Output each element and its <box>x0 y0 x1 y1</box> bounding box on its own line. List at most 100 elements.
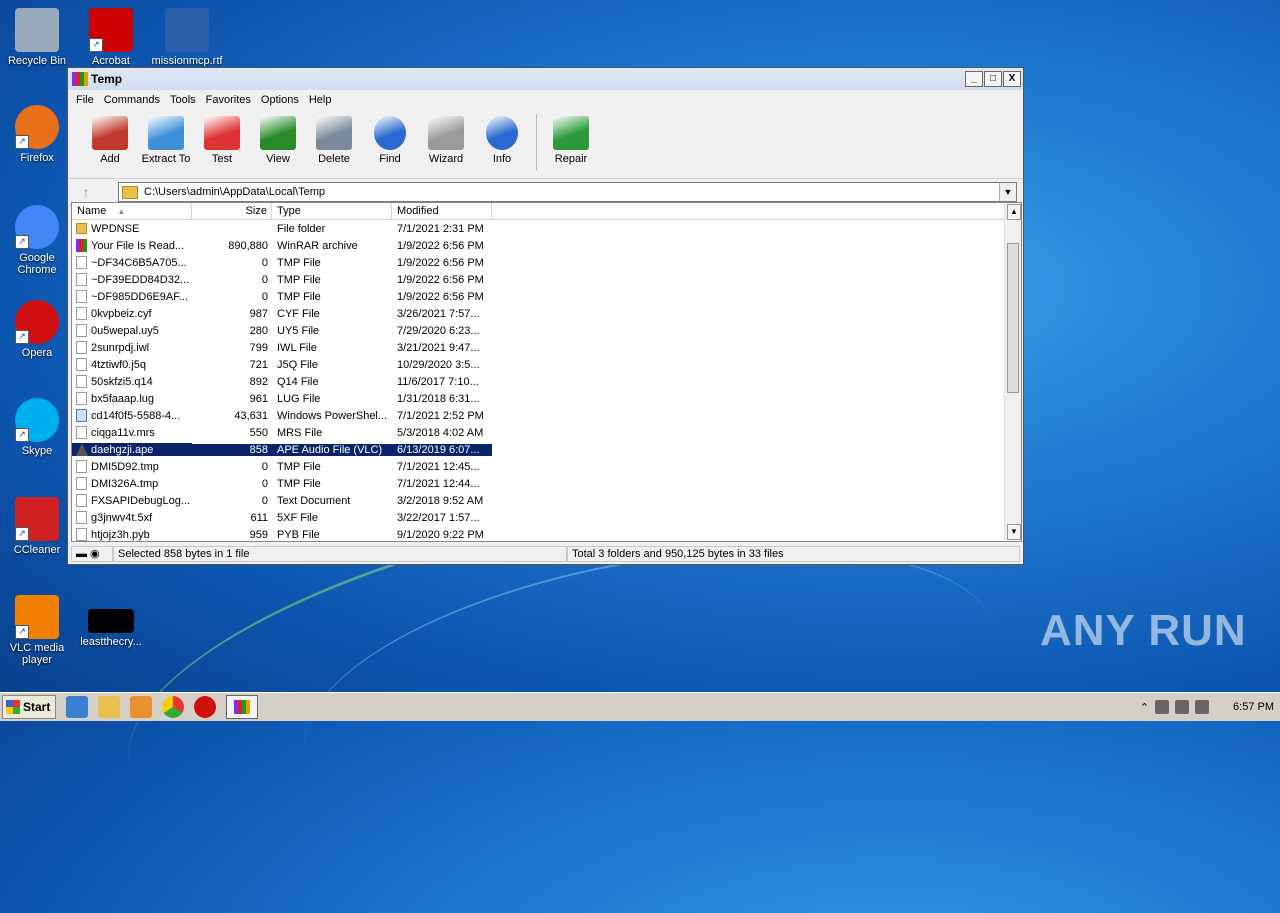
desktop-icon-opera[interactable]: ↗ Opera <box>0 300 74 359</box>
column-header-size[interactable]: Size <box>192 203 272 219</box>
file-type: Windows PowerShel... <box>277 409 388 422</box>
close-button[interactable]: X <box>1003 71 1021 87</box>
file-row[interactable]: htjojz3h.pyb 959 PYB File 9/1/2020 9:22 PM <box>72 526 1021 541</box>
winrar-taskbar-button[interactable] <box>226 695 258 719</box>
file-list[interactable]: Name ▲ Size Type Modified WPDNSE File fol… <box>71 202 1022 542</box>
file-row[interactable]: 0kvpbeiz.cyf 987 CYF File 3/26/2021 7:57... <box>72 305 1021 322</box>
column-header-name[interactable]: Name ▲ <box>72 203 192 219</box>
path-combobox[interactable]: C:\Users\admin\AppData\Local\Temp ▼ <box>118 182 1017 202</box>
minimize-button[interactable]: _ <box>965 71 983 87</box>
file-type: J5Q File <box>277 358 318 371</box>
file-row[interactable]: FXSAPIDebugLog... 0 Text Document 3/2/2018 … <box>72 492 1021 509</box>
column-header-type[interactable]: Type <box>272 203 392 219</box>
opera-taskbar-icon[interactable] <box>194 696 216 718</box>
toolbar-delete-button[interactable]: Delete <box>306 114 362 165</box>
up-folder-button[interactable]: ↑ <box>74 182 98 202</box>
scroll-thumb[interactable] <box>1007 243 1019 393</box>
file-row[interactable]: ~DF39EDD84D32... 0 TMP File 1/9/2022 6:56 P… <box>72 271 1021 288</box>
file-row[interactable]: 50skfzi5.q14 892 Q14 File 11/6/2017 7:10... <box>72 373 1021 390</box>
file-size: 0 <box>261 290 268 303</box>
file-row[interactable]: DMI5D92.tmp 0 TMP File 7/1/2021 12:45... <box>72 458 1021 475</box>
toolbar-extract-to-button[interactable]: Extract To <box>138 114 194 165</box>
desktop-icon-label: leastthecry... <box>80 636 142 648</box>
file-row[interactable]: DMI326A.tmp 0 TMP File 7/1/2021 12:44... <box>72 475 1021 492</box>
file-modified: 7/1/2021 2:52 PM <box>397 409 484 422</box>
toolbar-add-button[interactable]: Add <box>82 114 138 165</box>
file-modified: 3/2/2018 9:52 AM <box>397 494 484 507</box>
file-size: 280 <box>249 324 268 337</box>
toolbar-view-button[interactable]: View <box>250 114 306 165</box>
info-icon <box>486 116 518 150</box>
desktop-icon-ccleaner[interactable]: ↗ CCleaner <box>0 497 74 556</box>
toolbar-wizard-button[interactable]: Wizard <box>418 114 474 165</box>
desktop-icon-vlc[interactable]: ↗ VLC media player <box>0 595 74 666</box>
file-name: 50skfzi5.q14 <box>91 375 153 388</box>
file-name: DMI5D92.tmp <box>91 460 159 473</box>
scroll-down-button[interactable]: ▼ <box>1007 524 1021 540</box>
explorer-taskbar-icon[interactable] <box>98 696 120 718</box>
desktop-icon-recycle-bin[interactable]: Recycle Bin <box>0 8 74 67</box>
toolbar-test-button[interactable]: Test <box>194 114 250 165</box>
column-header-modified[interactable]: Modified <box>392 203 492 219</box>
file-row[interactable]: daehgzji.ape 858 APE Audio File (VLC) 6/13/… <box>72 441 1021 458</box>
maximize-button[interactable]: □ <box>984 71 1002 87</box>
path-dropdown-button[interactable]: ▼ <box>999 183 1016 201</box>
desktop-icon-firefox[interactable]: ↗ Firefox <box>0 105 74 164</box>
toolbar-find-button[interactable]: Find <box>362 114 418 165</box>
start-button[interactable]: Start <box>2 695 56 719</box>
toolbar: Add Extract To Test View Delete Find Wizard Inf… <box>68 110 1023 179</box>
file-size: 890,880 <box>228 239 268 252</box>
file-name: cd14f0f5-5588-4... <box>91 409 181 422</box>
desktop-icon-chrome[interactable]: ↗ Google Chrome <box>0 205 74 276</box>
network-icon[interactable] <box>1175 700 1190 714</box>
file-name: Your File Is Read... <box>91 239 185 252</box>
file-row[interactable]: WPDNSE File folder 7/1/2021 2:31 PM <box>72 220 1021 237</box>
file-modified: 7/1/2021 12:44... <box>397 477 480 490</box>
scroll-up-button[interactable]: ▲ <box>1007 204 1021 220</box>
file-row[interactable]: g3jnwv4t.5xf 611 5XF File 3/22/2017 1:57... <box>72 509 1021 526</box>
menu-favorites[interactable]: Favorites <box>202 94 257 106</box>
media-player-taskbar-icon[interactable] <box>130 696 152 718</box>
menu-commands[interactable]: Commands <box>100 94 166 106</box>
file-icon <box>76 477 87 490</box>
file-type: TMP File <box>277 290 321 303</box>
file-row[interactable]: Your File Is Read... 890,880 WinRAR archiv… <box>72 237 1021 254</box>
skype-icon: ↗ <box>15 398 59 442</box>
desktop-icon-word-document[interactable]: missionmcp.rtf <box>150 8 224 67</box>
file-row[interactable]: ~DF34C6B5A705... 0 TMP File 1/9/2022 6:56 P… <box>72 254 1021 271</box>
file-icon <box>76 494 87 507</box>
toolbar-label: Add <box>100 153 120 165</box>
vertical-scrollbar[interactable]: ▲ ▼ <box>1004 203 1021 541</box>
file-name: g3jnwv4t.5xf <box>91 511 153 524</box>
toolbar-info-button[interactable]: Info <box>474 114 530 165</box>
menu-file[interactable]: File <box>72 94 100 106</box>
file-row[interactable]: 4tztiwf0.j5q 721 J5Q File 10/29/2020 3:5... <box>72 356 1021 373</box>
file-row[interactable]: ~DF985DD6E9AF... 0 TMP File 1/9/2022 6:56 P… <box>72 288 1021 305</box>
action-center-flag-icon[interactable] <box>1195 700 1210 714</box>
window-title: Temp <box>91 72 123 86</box>
shortcut-arrow-icon: ↗ <box>15 135 29 149</box>
file-row[interactable]: 2sunrpdj.iwl 799 IWL File 3/21/2021 9:47... <box>72 339 1021 356</box>
toolbar-repair-button[interactable]: Repair <box>543 114 599 165</box>
desktop-icon-acrobat[interactable]: ↗ Acrobat <box>74 8 148 67</box>
tray-expand-icon[interactable]: ⌃ <box>1140 701 1149 714</box>
desktop-icon-black-thumbnail[interactable]: leastthecry... <box>74 595 148 648</box>
file-row[interactable]: bx5faaap.lug 961 LUG File 1/31/2018 6:31... <box>72 390 1021 407</box>
file-row[interactable]: ciqga11v.mrs 550 MRS File 5/3/2018 4:02 AM <box>72 424 1021 441</box>
clock[interactable]: 6:57 PM <box>1233 701 1274 713</box>
file-row[interactable]: cd14f0f5-5588-4... 43,631 Windows PowerShe… <box>72 407 1021 424</box>
file-type: Text Document <box>277 494 351 507</box>
file-size: 43,631 <box>234 409 268 422</box>
file-icon <box>76 290 87 303</box>
file-size: 799 <box>249 341 268 354</box>
menu-tools[interactable]: Tools <box>166 94 202 106</box>
volume-icon[interactable] <box>1155 700 1170 714</box>
menu-options[interactable]: Options <box>257 94 305 106</box>
file-row[interactable]: 0u5wepal.uy5 280 UY5 File 7/29/2020 6:23... <box>72 322 1021 339</box>
menu-help[interactable]: Help <box>305 94 338 106</box>
title-bar[interactable]: Temp _ □ X <box>68 68 1023 90</box>
ie-taskbar-icon[interactable] <box>66 696 88 718</box>
desktop-icon-skype[interactable]: ↗ Skype <box>0 398 74 457</box>
desktop-icon-label: Opera <box>21 347 53 359</box>
chrome-taskbar-icon[interactable] <box>162 696 184 718</box>
